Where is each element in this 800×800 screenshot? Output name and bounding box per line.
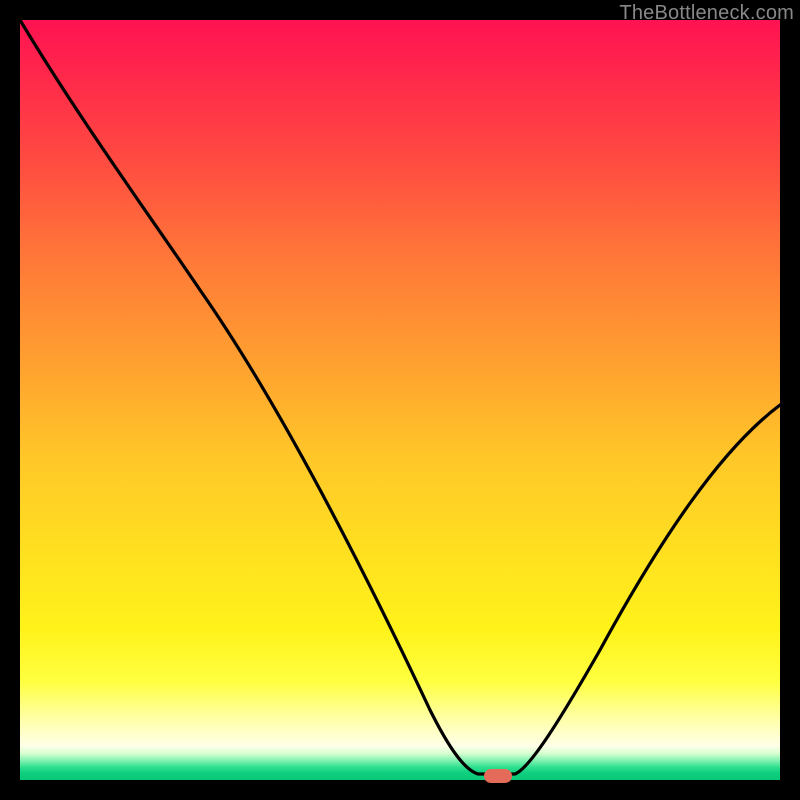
chart-container: TheBottleneck.com [0,0,800,800]
optimal-marker [484,769,512,783]
curve-layer [20,20,780,780]
plot-area [20,20,780,780]
bottleneck-curve [20,20,780,774]
